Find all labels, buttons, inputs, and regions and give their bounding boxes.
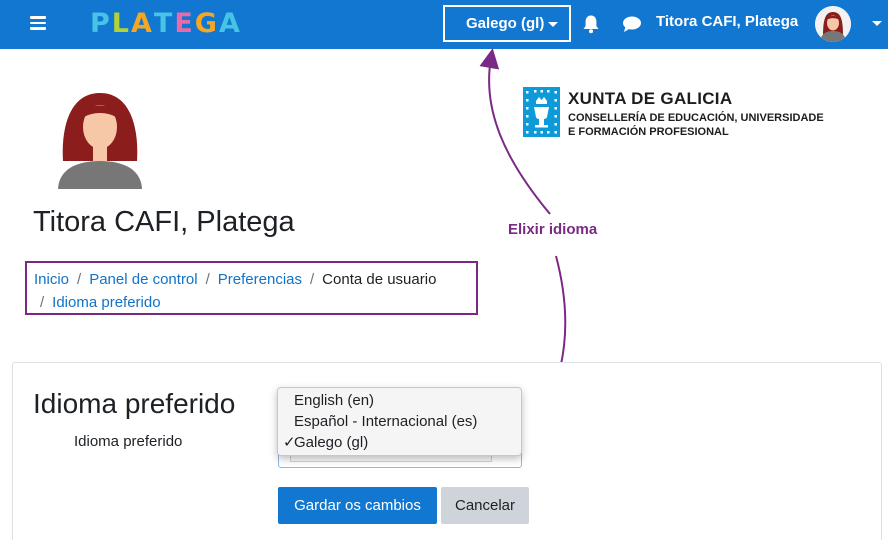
- hamburger-menu-icon[interactable]: [30, 16, 46, 30]
- breadcrumb-item-inicio[interactable]: Inicio: [34, 271, 69, 288]
- xunta-subtitle-line1: CONSELLERÍA DE EDUCACIÓN, UNIVERSIDADE: [568, 112, 824, 124]
- page-title: Titora CAFI, Platega: [33, 206, 295, 238]
- user-menu-caret-icon[interactable]: [872, 21, 882, 26]
- logo-letter: A: [218, 8, 242, 39]
- language-option-es[interactable]: Español - Internacional (es): [278, 411, 521, 432]
- xunta-shield-icon: [523, 87, 560, 137]
- language-dropdown-list[interactable]: English (en) Español - Internacional (es…: [277, 387, 522, 456]
- save-button[interactable]: Gardar os cambios: [278, 487, 437, 524]
- logo-letter: G: [194, 8, 219, 39]
- breadcrumb-separator: /: [205, 271, 210, 288]
- form-heading: Idioma preferido: [33, 388, 236, 419]
- logo-letter: T: [153, 8, 175, 39]
- caret-down-icon: [548, 22, 558, 27]
- language-button-label: Galego (gl): [466, 15, 545, 32]
- profile-avatar: [58, 93, 142, 189]
- logo-letter: E: [174, 8, 195, 39]
- user-avatar[interactable]: [815, 6, 851, 42]
- navbar-user-name[interactable]: Titora CAFI, Platega: [656, 13, 798, 30]
- chat-icon[interactable]: [622, 15, 642, 33]
- language-option-gl[interactable]: ✓ Galego (gl): [278, 432, 521, 453]
- option-label: English (en): [294, 392, 375, 409]
- option-label: Galego (gl): [294, 434, 369, 451]
- logo-letter: A: [131, 8, 154, 39]
- platega-logo[interactable]: PLATEGA: [90, 7, 242, 41]
- bell-icon[interactable]: [582, 14, 600, 34]
- logo-letter: P: [90, 8, 112, 39]
- language-menu-button[interactable]: Galego (gl): [443, 5, 571, 42]
- breadcrumb: Inicio / Panel de control / Preferencias / Con…: [25, 261, 478, 315]
- cancel-button[interactable]: Cancelar: [441, 487, 529, 524]
- checkmark-icon: ✓: [283, 434, 296, 451]
- xunta-title: XUNTA DE GALICIA: [568, 89, 733, 108]
- breadcrumb-item-panel-de-control[interactable]: Panel de control: [89, 271, 197, 288]
- breadcrumb-separator: /: [310, 271, 315, 288]
- breadcrumb-separator: /: [40, 294, 45, 311]
- language-option-en[interactable]: English (en): [278, 390, 521, 411]
- top-navbar: PLATEGA Galego (gl) Titora CAFI, Platega: [0, 0, 888, 49]
- option-label: Español - Internacional (es): [294, 413, 478, 430]
- breadcrumb-item-idioma-preferido[interactable]: Idioma preferido: [52, 294, 160, 311]
- xunta-de-galicia-logo: XUNTA DE GALICIA CONSELLERÍA DE EDUCACIÓ…: [523, 87, 843, 139]
- annotation-label: Elixir idioma: [508, 221, 598, 238]
- breadcrumb-separator: /: [77, 271, 82, 288]
- breadcrumb-item-conta-de-usuario: Conta de usuario: [322, 271, 437, 288]
- language-field-label: Idioma preferido: [74, 433, 183, 450]
- logo-letter: L: [111, 8, 132, 39]
- xunta-subtitle-line2: E FORMACIÓN PROFESIONAL: [568, 126, 729, 138]
- breadcrumb-item-preferencias[interactable]: Preferencias: [218, 271, 302, 288]
